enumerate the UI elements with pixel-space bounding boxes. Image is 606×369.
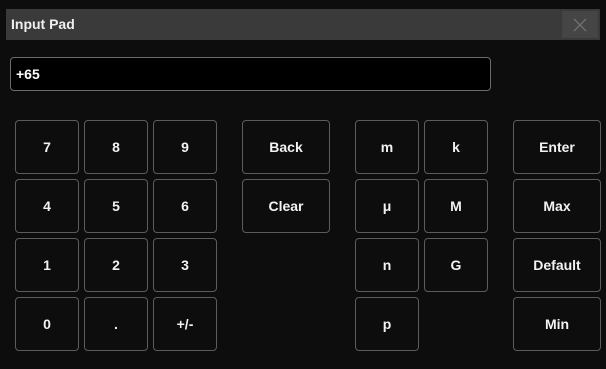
key-decimal-point[interactable]: . xyxy=(84,297,148,351)
unit-micro-button[interactable]: μ xyxy=(355,179,419,233)
unit-nano-button[interactable]: n xyxy=(355,238,419,292)
input-pad-window: Input Pad +65 7 8 9 4 5 6 1 2 3 0 . +/- … xyxy=(0,0,606,369)
unit-kilo-button[interactable]: k xyxy=(424,120,488,174)
key-2[interactable]: 2 xyxy=(84,238,148,292)
key-0[interactable]: 0 xyxy=(15,297,79,351)
unit-giga-button[interactable]: G xyxy=(424,238,488,292)
key-sign-toggle[interactable]: +/- xyxy=(153,297,217,351)
window-title: Input Pad xyxy=(11,16,75,32)
title-bar: Input Pad xyxy=(6,9,600,40)
key-6[interactable]: 6 xyxy=(153,179,217,233)
value-input[interactable]: +65 xyxy=(10,57,491,91)
close-icon xyxy=(573,17,587,32)
enter-button[interactable]: Enter xyxy=(513,120,601,174)
unit-pico-button[interactable]: p xyxy=(355,297,419,351)
key-5[interactable]: 5 xyxy=(84,179,148,233)
key-3[interactable]: 3 xyxy=(153,238,217,292)
key-9[interactable]: 9 xyxy=(153,120,217,174)
clear-button[interactable]: Clear xyxy=(242,179,330,233)
back-button[interactable]: Back xyxy=(242,120,330,174)
unit-milli-button[interactable]: m xyxy=(355,120,419,174)
max-button[interactable]: Max xyxy=(513,179,601,233)
key-1[interactable]: 1 xyxy=(15,238,79,292)
default-button[interactable]: Default xyxy=(513,238,601,292)
close-button[interactable] xyxy=(562,11,598,38)
key-8[interactable]: 8 xyxy=(84,120,148,174)
key-7[interactable]: 7 xyxy=(15,120,79,174)
key-4[interactable]: 4 xyxy=(15,179,79,233)
unit-mega-button[interactable]: M xyxy=(424,179,488,233)
min-button[interactable]: Min xyxy=(513,297,601,351)
